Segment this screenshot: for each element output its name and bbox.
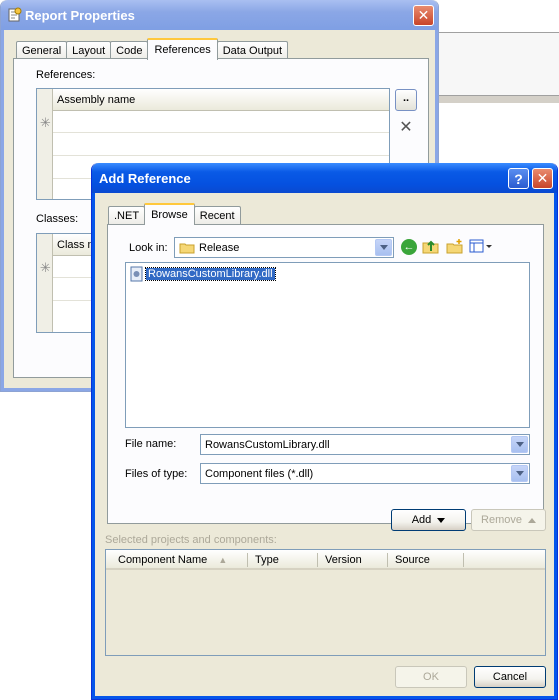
chevron-down-icon[interactable]	[375, 239, 392, 256]
look-in-label: Look in:	[129, 242, 168, 254]
add-button[interactable]: Add	[391, 509, 466, 531]
files-of-type-dropdown[interactable]: Component files (*.dll)	[200, 463, 530, 484]
file-name-label: File name:	[125, 438, 177, 450]
look-in-value: Release	[199, 241, 240, 254]
remove-button[interactable]: Remove	[471, 509, 546, 531]
column-version[interactable]: Version	[325, 554, 362, 566]
files-of-type-value: Component files (*.dll)	[205, 467, 314, 480]
new-row-icon: ✳	[40, 260, 51, 275]
file-name-value: RowansCustomLibrary.dll	[205, 438, 330, 451]
selected-components-label: Selected projects and components:	[105, 534, 277, 546]
tab-references[interactable]: References	[147, 38, 218, 60]
look-in-dropdown[interactable]: Release	[174, 237, 394, 258]
assembly-name-column[interactable]: Assembly name	[57, 94, 135, 106]
chevron-down-icon[interactable]	[511, 465, 528, 482]
add-reference-title: Add Reference	[99, 171, 191, 186]
add-reference-close-button[interactable]: ✕	[532, 168, 553, 189]
dropdown-arrow-icon	[527, 517, 536, 523]
add-reference-dialog: Add Reference ? ✕ .NET Browse Recent Loo…	[91, 163, 558, 700]
tab-recent[interactable]: Recent	[193, 206, 241, 225]
help-button[interactable]: ?	[508, 168, 529, 189]
dll-file-icon	[129, 266, 145, 282]
references-label: References:	[36, 69, 96, 81]
file-name-input[interactable]: RowansCustomLibrary.dll	[200, 434, 530, 455]
column-component-name[interactable]: Component Name ▲	[118, 554, 227, 566]
report-properties-icon	[7, 7, 22, 22]
files-of-type-label: Files of type:	[125, 468, 188, 480]
folder-icon	[179, 242, 195, 254]
help-icon: ?	[514, 170, 523, 187]
cancel-button[interactable]: Cancel	[474, 666, 546, 688]
new-folder-icon[interactable]	[446, 238, 464, 258]
browse-panel: Look in: Release ← RowansCustomLibrary.d…	[107, 224, 544, 524]
report-properties-title: Report Properties	[25, 8, 135, 23]
chevron-down-icon[interactable]	[511, 436, 528, 453]
close-icon: ✕	[417, 7, 430, 23]
file-item-label: RowansCustomLibrary.dll	[145, 267, 276, 281]
background-strip	[439, 32, 559, 103]
ok-button[interactable]: OK	[395, 666, 467, 688]
report-properties-titlebar: Report Properties ✕	[1, 0, 438, 30]
delete-reference-button[interactable]: ✕	[395, 116, 417, 138]
close-icon: ✕	[536, 170, 549, 186]
file-list[interactable]: RowansCustomLibrary.dll	[125, 262, 530, 428]
add-reference-titlebar: Add Reference ? ✕	[92, 163, 557, 193]
browse-reference-button[interactable]: ..	[395, 89, 417, 111]
tab-dotnet[interactable]: .NET	[108, 206, 146, 225]
delete-icon: ✕	[399, 119, 413, 136]
view-menu-icon[interactable]	[469, 239, 493, 257]
new-row-icon: ✳	[40, 115, 51, 130]
up-folder-icon[interactable]	[422, 238, 440, 258]
file-item[interactable]: RowansCustomLibrary.dll	[129, 266, 276, 282]
sort-ascending-icon: ▲	[218, 555, 228, 565]
column-source[interactable]: Source	[395, 554, 430, 566]
back-icon[interactable]: ←	[401, 239, 417, 255]
dropdown-arrow-icon	[437, 517, 446, 523]
classes-label: Classes:	[36, 213, 79, 225]
tab-browse[interactable]: Browse	[144, 203, 195, 225]
selected-components-list[interactable]: Component Name ▲ Type Version Source	[105, 549, 546, 656]
column-type[interactable]: Type	[255, 554, 279, 566]
report-properties-close-button[interactable]: ✕	[413, 5, 434, 26]
